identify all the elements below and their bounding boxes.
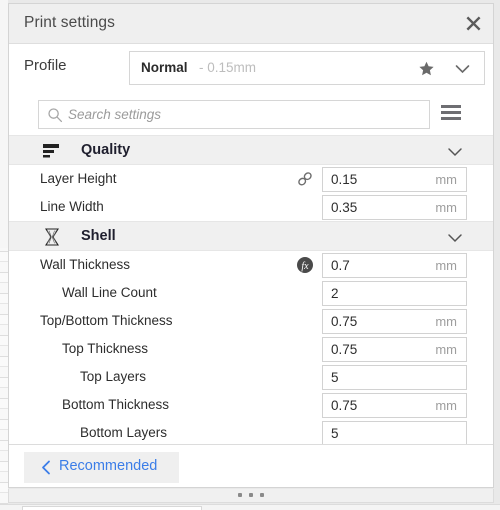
settings-list[interactable]: Quality Layer Height 0.15 mm Line Width 0.35 m…	[9, 135, 493, 444]
setting-value: 0.15	[331, 172, 358, 187]
chevron-down-icon	[448, 148, 462, 157]
chevron-down-icon	[455, 65, 469, 74]
link-icon[interactable]	[296, 170, 314, 188]
setting-label: Line Width	[40, 199, 104, 214]
close-icon	[466, 16, 480, 31]
setting-unit: mm	[435, 342, 457, 357]
search-icon	[48, 108, 63, 123]
search-placeholder: Search settings	[68, 107, 162, 122]
setting-label: Layer Height	[40, 171, 117, 186]
link-icon	[298, 172, 312, 186]
setting-row: Wall Thickness fx 0.7 mm	[9, 251, 493, 279]
settings-visibility-menu-button[interactable]	[441, 105, 461, 121]
setting-value: 5	[331, 370, 339, 385]
setting-value-input[interactable]: 0.35 mm	[322, 195, 467, 220]
search-input[interactable]: Search settings	[38, 100, 430, 129]
profile-row: Profile Normal - 0.15mm	[9, 45, 493, 91]
title-bar: Print settings	[9, 4, 493, 44]
setting-row: Wall Line Count 2	[9, 279, 493, 307]
setting-row: Top/Bottom Thickness 0.75 mm	[9, 307, 493, 335]
setting-value-input[interactable]: 0.75 mm	[322, 393, 467, 418]
profile-detail: - 0.15mm	[199, 60, 257, 75]
setting-label: Bottom Layers	[80, 425, 168, 440]
star-icon	[418, 61, 434, 76]
settings-category-shell[interactable]: Shell	[9, 221, 493, 251]
setting-value: 0.75	[331, 314, 358, 329]
hamburger-menu-icon	[441, 105, 461, 108]
search-row: Search settings	[9, 92, 493, 134]
print-settings-panel: Print settings Profile Normal - 0.15mm S…	[8, 3, 494, 488]
category-collapse-toggle[interactable]	[447, 145, 463, 157]
setting-row: Top Thickness 0.75 mm	[9, 335, 493, 363]
page-title: Print settings	[24, 14, 115, 31]
svg-text:fx: fx	[301, 261, 309, 272]
function-icon[interactable]: fx	[296, 256, 314, 274]
setting-label: Top Layers	[80, 369, 147, 384]
setting-unit: mm	[435, 200, 457, 215]
settings-category-quality[interactable]: Quality	[9, 135, 493, 165]
setting-row: Layer Height 0.15 mm	[9, 165, 493, 193]
setting-value-input[interactable]: 0.75 mm	[322, 337, 467, 362]
setting-row: Bottom Layers 5	[9, 419, 493, 444]
setting-label: Wall Thickness	[40, 257, 131, 272]
layers-icon	[42, 142, 62, 160]
setting-label: Wall Line Count	[62, 285, 157, 300]
favorite-profile-button[interactable]	[415, 59, 437, 79]
shell-icon	[42, 228, 62, 246]
chevron-down-icon	[448, 234, 462, 243]
setting-value: 0.7	[331, 258, 350, 273]
category-label: Shell	[81, 228, 116, 244]
setting-unit: mm	[435, 398, 457, 413]
setting-value: 0.75	[331, 398, 358, 413]
profile-label: Profile	[24, 57, 67, 74]
profile-name: Normal	[141, 60, 188, 75]
setting-unit: mm	[435, 258, 457, 273]
profile-dropdown[interactable]: Normal - 0.15mm	[129, 51, 485, 85]
setting-value: 2	[331, 286, 339, 301]
resize-handle-bar[interactable]	[8, 489, 494, 503]
setting-value-input[interactable]: 5	[322, 365, 467, 390]
settings-scrollbar-track[interactable]	[475, 135, 486, 444]
setting-label: Top Thickness	[62, 341, 149, 356]
print-settings-window: Print settings Profile Normal - 0.15mm S…	[0, 0, 500, 510]
recommended-button[interactable]: Recommended	[24, 452, 179, 483]
setting-unit: mm	[435, 314, 457, 329]
background-tab	[22, 506, 202, 510]
panel-footer: Recommended	[9, 444, 493, 487]
shell-icon	[45, 228, 59, 246]
resize-handle-dots[interactable]	[238, 493, 264, 497]
setting-value-input[interactable]: 5	[322, 421, 467, 444]
setting-row: Bottom Thickness 0.75 mm	[9, 391, 493, 419]
setting-value-input[interactable]: 0.75 mm	[322, 309, 467, 334]
category-collapse-toggle[interactable]	[447, 231, 463, 243]
setting-value-input[interactable]: 0.7 mm	[322, 253, 467, 278]
bottom-edge	[0, 504, 500, 510]
setting-label: Top/Bottom Thickness	[40, 313, 173, 328]
setting-value: 0.35	[331, 200, 358, 215]
setting-value-input[interactable]: 2	[322, 281, 467, 306]
setting-row: Line Width 0.35 mm	[9, 193, 493, 221]
close-button[interactable]	[453, 4, 493, 43]
category-label: Quality	[81, 142, 131, 158]
setting-label: Bottom Thickness	[62, 397, 170, 412]
function-icon: fx	[297, 257, 313, 273]
background-app-strip-upper	[0, 0, 8, 248]
setting-row: Top Layers 5	[9, 363, 493, 391]
recommended-label: Recommended	[59, 458, 158, 474]
profile-expand-button[interactable]	[450, 60, 474, 78]
setting-value: 0.75	[331, 342, 358, 357]
setting-value-input[interactable]: 0.15 mm	[322, 167, 467, 192]
layers-icon	[43, 144, 59, 158]
chevron-left-icon	[42, 460, 50, 475]
setting-value: 5	[331, 426, 339, 441]
setting-unit: mm	[435, 172, 457, 187]
